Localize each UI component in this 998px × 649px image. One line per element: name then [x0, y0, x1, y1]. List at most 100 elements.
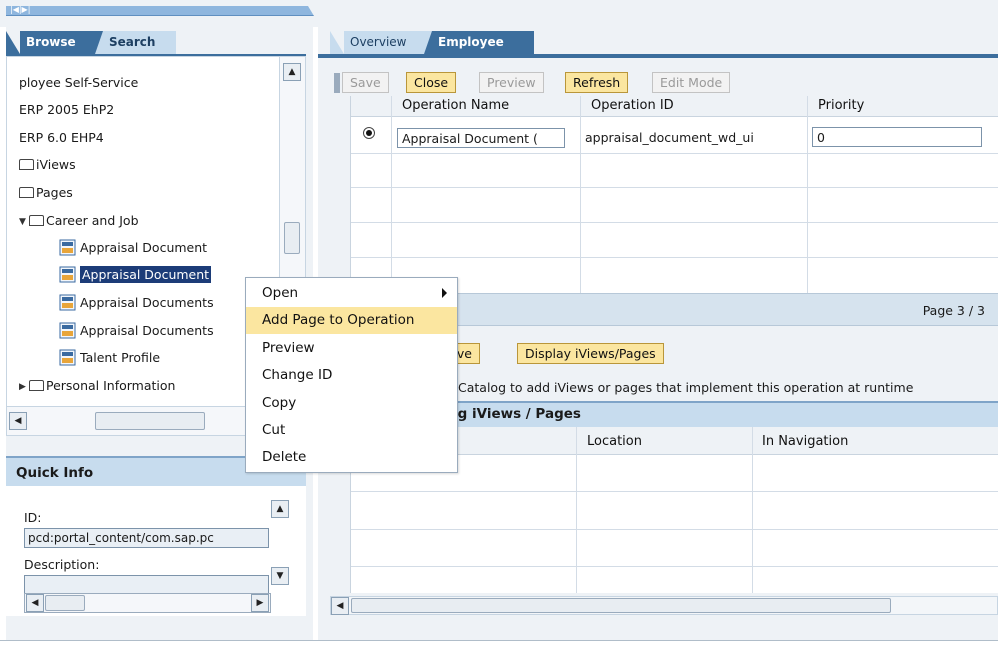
- tab-employee[interactable]: Employee: [432, 31, 534, 54]
- folder-icon: [29, 380, 44, 391]
- tree-item-iviews[interactable]: iViews: [19, 154, 76, 176]
- tab-employee-label: Employee: [438, 35, 504, 49]
- tree-item-label: ployee Self-Service: [19, 75, 139, 90]
- tree-item-label: Personal Information: [46, 378, 176, 393]
- tree-item-page-selected[interactable]: Appraisal Document: [59, 264, 212, 286]
- column-header[interactable]: Operation Name: [392, 96, 519, 117]
- tab-search-label: Search: [109, 35, 156, 49]
- scroll-right-icon[interactable]: ▶: [251, 594, 269, 612]
- tree-item-career-and-job[interactable]: ▼ Career and Job: [19, 210, 139, 232]
- scroll-thumb[interactable]: [284, 222, 300, 254]
- tree-item-label: Appraisal Document: [80, 240, 208, 255]
- menu-item-label: Add Page to Operation: [262, 312, 415, 328]
- id-field[interactable]: pcd:portal_content/com.sap.pc: [24, 528, 269, 548]
- folder-icon: [29, 215, 44, 226]
- tree-item-page[interactable]: Appraisal Documents: [59, 320, 214, 342]
- column-header[interactable]: Operation ID: [581, 96, 684, 117]
- folder-icon: [19, 187, 34, 198]
- tree-item-label: Appraisal Documents: [80, 295, 214, 310]
- menu-item-preview[interactable]: Preview: [246, 335, 457, 362]
- column-header[interactable]: In Navigation: [752, 432, 858, 453]
- webdynpro-page-icon: [59, 266, 76, 283]
- refresh-button[interactable]: Refresh: [565, 72, 629, 93]
- quick-info-horizontal-scrollbar[interactable]: ◀ ▶: [24, 593, 271, 613]
- tree-item-label: Appraisal Documents: [80, 323, 214, 338]
- tab-overview[interactable]: Overview: [344, 31, 424, 54]
- pages-table-title: ng iViews / Pages: [448, 406, 581, 422]
- tree-item-label: Appraisal Document: [80, 266, 212, 283]
- menu-item-open[interactable]: Open: [246, 280, 457, 307]
- quick-info-title: Quick Info: [16, 465, 94, 481]
- menu-item-delete[interactable]: Delete: [246, 444, 457, 471]
- tree-item-page[interactable]: Appraisal Documents: [59, 292, 214, 314]
- operations-table: Operation Name Operation ID Priority App…: [350, 96, 998, 293]
- pages-table-horizontal-scrollbar[interactable]: ◀: [330, 596, 998, 615]
- webdynpro-page-icon: [59, 294, 76, 311]
- scroll-thumb[interactable]: [95, 412, 205, 430]
- scroll-thumb[interactable]: [45, 595, 85, 611]
- scroll-up-icon[interactable]: ▲: [283, 63, 301, 81]
- tree-item-pages[interactable]: Pages: [19, 182, 73, 204]
- operation-id-cell: appraisal_document_wd_ui: [585, 130, 754, 145]
- row-select-radio[interactable]: [363, 127, 375, 139]
- tree-item-label: Pages: [36, 185, 73, 200]
- tree-item-label: iViews: [36, 157, 76, 172]
- tab-browse-label: Browse: [26, 35, 76, 49]
- menu-item-label: Open: [262, 285, 299, 301]
- webdynpro-page-icon: [59, 322, 76, 339]
- scroll-left-icon[interactable]: ◀: [331, 597, 349, 615]
- right-tab-underline: [318, 54, 998, 58]
- menu-item-label: Copy: [262, 395, 297, 411]
- tree-item-ess[interactable]: ployee Self-Service: [19, 72, 138, 94]
- menu-item-label: Delete: [262, 449, 307, 465]
- priority-field[interactable]: 0: [812, 127, 982, 147]
- scroll-left-icon[interactable]: ◀: [9, 412, 27, 430]
- context-menu: Open Add Page to Operation Preview Chang…: [245, 277, 458, 473]
- top-nav-strip: |◀|▶|: [6, 5, 314, 16]
- column-header[interactable]: Location: [577, 432, 652, 453]
- tree-item-label: Career and Job: [46, 213, 139, 228]
- tree-item-label: ERP 6.0 EHP4: [19, 130, 104, 145]
- expanded-arrow-icon[interactable]: ▼: [19, 211, 29, 233]
- quick-info-body: ID: pcd:portal_content/com.sap.pc Descri…: [6, 486, 306, 616]
- id-label: ID:: [24, 510, 42, 525]
- info-text: Catalog to add iViews or pages that impl…: [458, 380, 914, 395]
- menu-item-label: Cut: [262, 422, 286, 438]
- scroll-thumb[interactable]: [351, 598, 891, 613]
- close-button[interactable]: Close: [406, 72, 457, 93]
- webdynpro-page-icon: [59, 349, 76, 366]
- display-iviews-pages-button[interactable]: Display iViews/Pages: [517, 343, 664, 364]
- edit-mode-button[interactable]: Edit Mode: [652, 72, 731, 93]
- column-header[interactable]: Priority: [808, 96, 874, 117]
- description-field[interactable]: [24, 575, 269, 595]
- tree-item-page[interactable]: Appraisal Document: [59, 237, 207, 259]
- tab-browse[interactable]: Browse: [20, 31, 95, 54]
- preview-button[interactable]: Preview: [479, 72, 544, 93]
- menu-item-add-page-to-operation[interactable]: Add Page to Operation: [246, 307, 457, 334]
- menu-item-change-id[interactable]: Change ID: [246, 362, 457, 389]
- tab-search[interactable]: Search: [103, 31, 176, 54]
- tree-item-label: Talent Profile: [80, 350, 161, 365]
- tree-item-erp2005[interactable]: ERP 2005 EhP2: [19, 99, 114, 121]
- description-label: Description:: [24, 557, 100, 572]
- tree-item-page[interactable]: Talent Profile: [59, 347, 160, 369]
- collapsed-arrow-icon[interactable]: ▶: [19, 376, 29, 398]
- tab-overview-label: Overview: [350, 35, 407, 49]
- tree-item-erp60[interactable]: ERP 6.0 EHP4: [19, 127, 104, 149]
- scroll-up-icon[interactable]: ▲: [271, 500, 289, 518]
- page-indicator: Page 3 / 3: [922, 303, 985, 318]
- operation-name-field[interactable]: Appraisal Document (: [397, 128, 565, 148]
- nav-arrows[interactable]: |◀|▶|: [10, 5, 30, 14]
- tree-item-personal-information[interactable]: ▶ Personal Information: [19, 375, 175, 397]
- folder-icon: [19, 159, 34, 170]
- webdynpro-page-icon: [59, 239, 76, 256]
- tree-item-label: ERP 2005 EhP2: [19, 102, 115, 117]
- submenu-arrow-icon: [442, 288, 447, 298]
- menu-item-cut[interactable]: Cut: [246, 417, 457, 444]
- menu-item-label: Change ID: [262, 367, 333, 383]
- scroll-down-icon[interactable]: ▼: [271, 567, 289, 585]
- save-button[interactable]: Save: [342, 72, 389, 93]
- menu-item-copy[interactable]: Copy: [246, 390, 457, 417]
- scroll-left-icon[interactable]: ◀: [26, 594, 44, 612]
- menu-item-label: Preview: [262, 340, 315, 356]
